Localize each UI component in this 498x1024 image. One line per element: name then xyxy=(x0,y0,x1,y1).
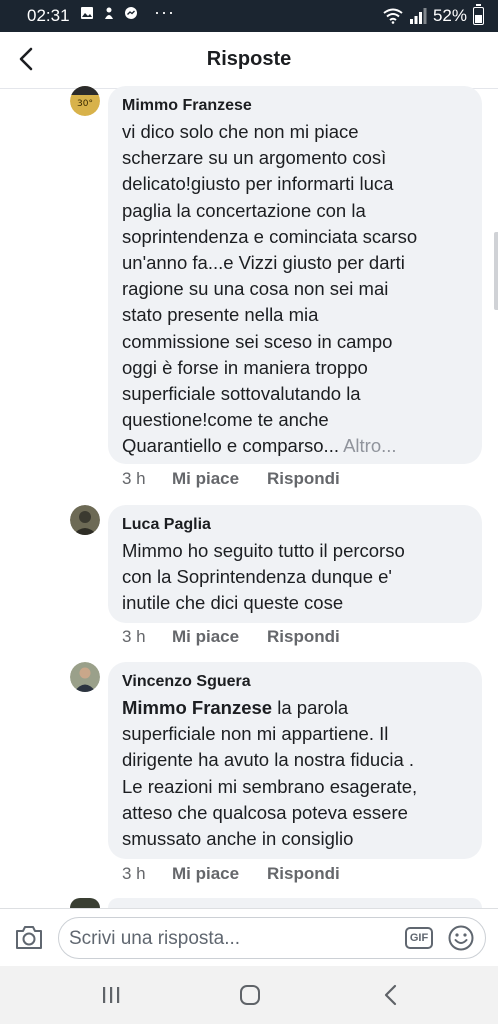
avatar xyxy=(70,898,100,908)
reply-placeholder: Scrivi una risposta... xyxy=(69,928,241,949)
comment-time: 3 h xyxy=(122,864,146,883)
comment-line: superficiale non mi appartiene. Il xyxy=(122,723,389,745)
comment-line: dirigente ha avuto la nostra fiducia . xyxy=(122,749,415,771)
comment-author[interactable]: Luca Paglia xyxy=(122,515,468,535)
mention-link[interactable]: Mimmo Franzese xyxy=(122,697,272,718)
gif-button[interactable]: GIF xyxy=(405,927,433,949)
battery-percent: 52% xyxy=(432,6,467,25)
comment-line: la parola xyxy=(272,697,349,718)
comment-line: Le reazioni mi sembrano esagerate, xyxy=(122,775,418,797)
header: Risposte xyxy=(0,32,498,89)
comment-actions: 3 h Mi piace Rispondi xyxy=(122,627,340,647)
comment-line: paglia la concertazione con la xyxy=(122,199,366,221)
avatar[interactable] xyxy=(70,662,100,692)
avatar[interactable] xyxy=(70,505,100,535)
emoji-icon[interactable] xyxy=(447,924,475,952)
comment-bubble: Vincenzo Sguera Mimmo Franzese la parola… xyxy=(108,662,482,859)
comment-line: inutile che dici queste cose xyxy=(122,592,344,614)
comment-text: Mimmo ho seguito tutto il percorso con l… xyxy=(122,538,468,617)
page-title: Risposte xyxy=(206,48,292,70)
status-bar: 02:31 ··· 52% xyxy=(0,0,498,32)
comment-line: commissione sei sceso in campo xyxy=(122,330,393,352)
comment-line: delicato!giusto per informarti luca xyxy=(122,173,394,195)
comment-line: con la Soprintendenza dunque e' xyxy=(122,566,392,588)
comment-time: 3 h xyxy=(122,627,146,646)
back-icon[interactable] xyxy=(380,983,402,1007)
more-notifications-icon: ··· xyxy=(154,2,175,22)
camera-icon[interactable] xyxy=(14,923,44,951)
reply-button[interactable]: Rispondi xyxy=(267,627,340,647)
like-button[interactable]: Mi piace xyxy=(172,469,267,489)
comment-line: Mimmo ho seguito tutto il percorso xyxy=(122,540,405,561)
comment-line: un'anno fa...e Vizzi giusto per darti xyxy=(122,252,405,274)
battery-icon xyxy=(473,4,484,25)
like-button[interactable]: Mi piace xyxy=(172,627,267,647)
comment-actions: 3 h Mi piace Rispondi xyxy=(122,864,340,884)
avatar[interactable]: 30° xyxy=(70,86,100,116)
comment-line: atteso che qualcosa poteva essere xyxy=(122,801,408,823)
comment-actions: 3 h Mi piace Rispondi xyxy=(122,469,340,489)
comment-line: oggi è forse in maniera troppo xyxy=(122,356,368,378)
reply-composer: Scrivi una risposta... GIF xyxy=(0,908,498,967)
comment-line: soprintendenza e cominciata scarso xyxy=(122,225,418,247)
notification-icon xyxy=(105,7,113,19)
wifi-icon xyxy=(383,8,403,24)
comment-line: Quarantiello e comparso... xyxy=(122,435,339,457)
comment-text: vi dico solo che non mi piace scherzare … xyxy=(122,119,468,460)
comment-author[interactable]: Mimmo Franzese xyxy=(122,96,468,116)
recent-apps-icon[interactable] xyxy=(100,984,122,1006)
system-nav-bar xyxy=(0,966,498,1024)
reply-button[interactable]: Rispondi xyxy=(267,469,340,489)
comment-line: superficiale sottovalutando la xyxy=(122,383,361,405)
comment-author[interactable]: Vincenzo Sguera xyxy=(122,672,468,692)
svg-text:30°: 30° xyxy=(77,99,93,109)
signal-icon xyxy=(409,8,427,24)
status-time: 02:31 xyxy=(27,6,70,25)
like-button[interactable]: Mi piace xyxy=(172,864,267,884)
comment-time: 3 h xyxy=(122,469,146,488)
comment-line: smussato anche in consiglio xyxy=(122,828,354,850)
home-icon[interactable] xyxy=(238,983,262,1007)
comment-line: vi dico solo che non mi piace xyxy=(122,121,359,142)
see-more-link[interactable]: Altro... xyxy=(339,435,396,456)
comment-text: Mimmo Franzese la parola superficiale no… xyxy=(122,695,468,852)
comment-line: ragione su una cosa non sei mai xyxy=(122,278,389,300)
scrollbar[interactable] xyxy=(494,232,498,310)
comment-bubble xyxy=(108,898,482,908)
reply-button[interactable]: Rispondi xyxy=(267,864,340,884)
comment-line: questione!come te anche xyxy=(122,409,329,431)
comment-bubble: Luca Paglia Mimmo ho seguito tutto il pe… xyxy=(108,505,482,623)
messenger-notification-icon xyxy=(125,7,137,19)
gallery-notification-icon xyxy=(81,7,93,19)
comment-line: scherzare su un argomento così xyxy=(122,147,387,169)
reply-input[interactable]: Scrivi una risposta... GIF xyxy=(58,917,486,959)
comment-line: stato presente nella mia xyxy=(122,304,319,326)
comment-bubble: Mimmo Franzese vi dico solo che non mi p… xyxy=(108,86,482,464)
